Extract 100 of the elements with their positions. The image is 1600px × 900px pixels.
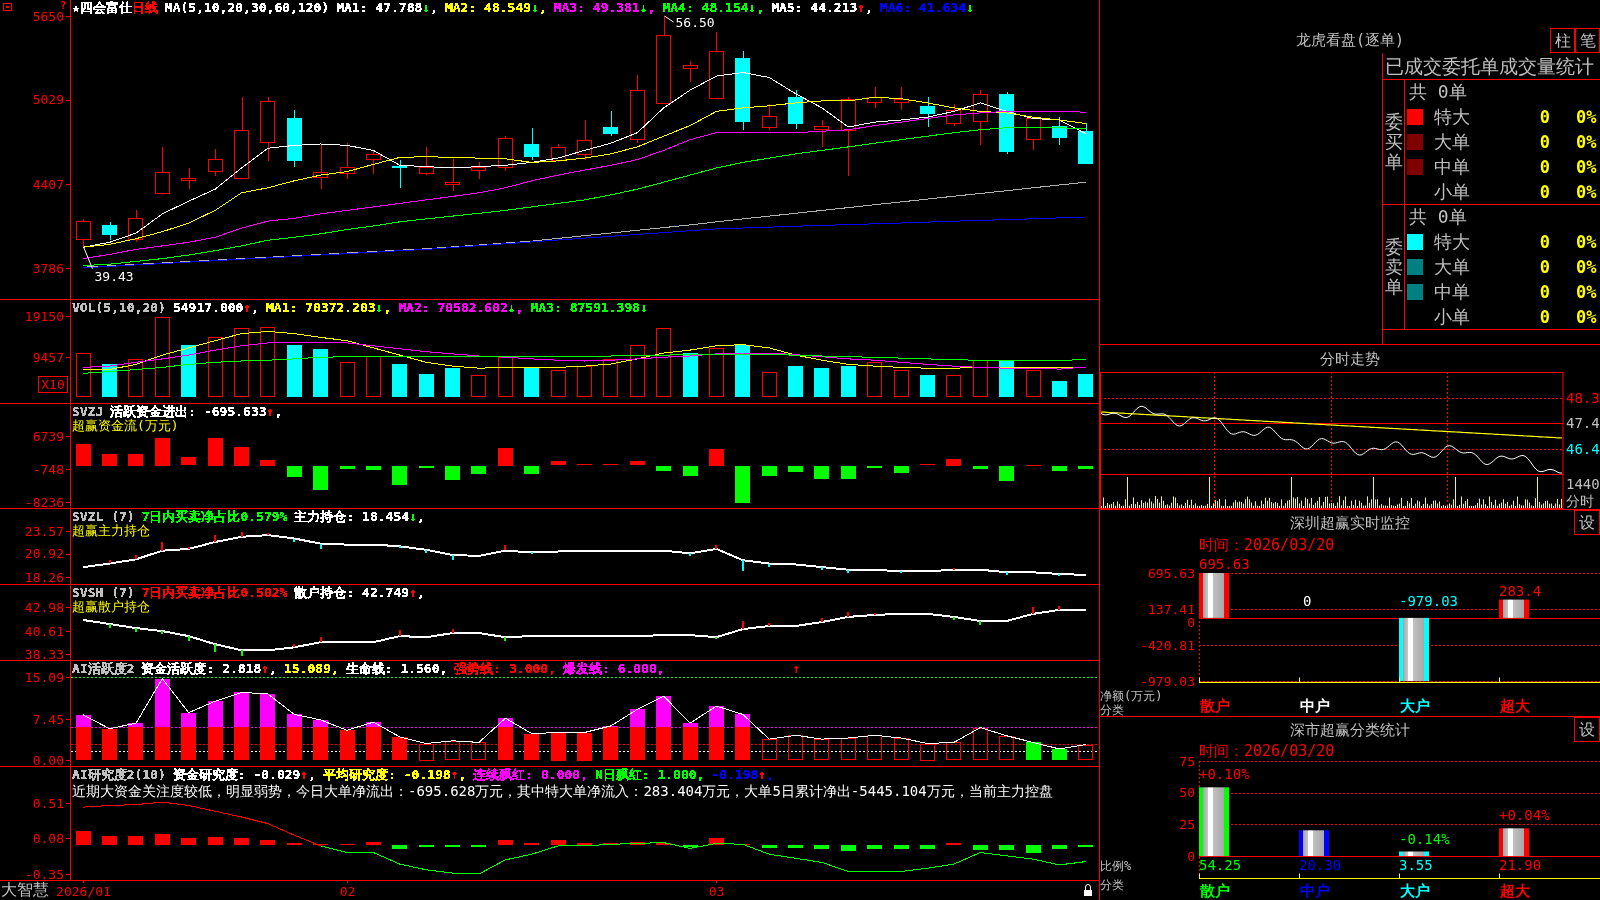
axis-label: -420.81 xyxy=(1140,637,1195,653)
legend-text: MA1: 70372.203 xyxy=(266,301,376,315)
legend-text: MA6: 41.634 xyxy=(879,1,967,15)
order-size-label: 中单 xyxy=(1434,280,1470,303)
axis-label: 9457 xyxy=(32,349,64,365)
legend-text: 平均研究度: -0.198 xyxy=(323,768,451,782)
legend-text: ↓ xyxy=(531,1,539,15)
value-label: 54.25 xyxy=(1199,857,1242,873)
legend-text: 生命线: 1.560 xyxy=(345,662,440,676)
legend-text: , xyxy=(416,586,425,600)
axis-label: 42.98 xyxy=(24,599,64,615)
legend-text: , xyxy=(274,405,283,419)
axis-label: -979.03 xyxy=(1140,673,1195,689)
change-label: +0.04% xyxy=(1499,807,1550,824)
axis-label: 137.41 xyxy=(1148,601,1195,617)
legend-text: VOL(5,10,20) xyxy=(72,301,166,315)
mode-button[interactable]: 笔 xyxy=(1575,28,1600,53)
indicator-caption: 超赢主力持仓 xyxy=(72,524,150,538)
legend-text: , xyxy=(656,662,665,676)
legend-text: ↑ xyxy=(300,768,309,782)
legend-text: 散户持仓: 42.749 xyxy=(294,586,410,600)
legend-text: 强势线: 3.000 xyxy=(454,662,549,676)
axis-label: 50 xyxy=(1179,785,1195,801)
help-mark[interactable]: ? xyxy=(60,0,67,11)
axis-label: 0.51 xyxy=(32,795,64,811)
price-label: 46.4 xyxy=(1566,441,1600,457)
legend-text: N日飘红: 1.000 xyxy=(595,768,697,782)
order-percent: 0% xyxy=(1576,280,1598,303)
legend-text: ↑ xyxy=(857,1,866,15)
legend-text: , xyxy=(766,768,775,782)
order-count: 0 xyxy=(1539,305,1550,328)
price-annotation: 39.43 xyxy=(94,268,134,284)
order-percent: 0% xyxy=(1576,130,1598,153)
lock-icon xyxy=(1084,884,1092,896)
axis-label: 25 xyxy=(1179,816,1195,832)
date-label: 03 xyxy=(708,884,725,899)
axis-label: 5029 xyxy=(32,92,64,108)
axis-label: 5650 xyxy=(32,8,64,24)
order-count: 0 xyxy=(1539,280,1550,303)
order-percent: 0% xyxy=(1576,230,1598,253)
order-count: 0 xyxy=(1539,105,1550,128)
axis-label: 7.45 xyxy=(32,711,64,727)
category-label: 大户 xyxy=(1400,697,1430,715)
category-label: 中户 xyxy=(1300,882,1330,900)
axis-label: 0 xyxy=(1187,614,1195,630)
legend-text: , xyxy=(308,768,317,782)
legend-text: AI活跃度2 xyxy=(72,662,135,676)
axis-label: 4407 xyxy=(32,176,64,192)
chart-subtitle: 时间：2026/03/20 xyxy=(1199,536,1335,554)
indicator-caption: 超赢资金流(万元) xyxy=(72,419,179,433)
legend-text: 资金研究度: -0.029 xyxy=(172,768,301,782)
order-percent: 0% xyxy=(1576,255,1598,278)
axis-label: -8236 xyxy=(24,494,64,508)
legend-text: 7日内买卖净占比0.579% xyxy=(141,510,288,524)
analysis-text: 近期大资金关注度较低，明显弱势，今日大单净流出：-695.628万元，其中特大单净流入：283.404万元，大单5日累计净出-5445.104万元，当前主力控盘 xyxy=(72,783,1053,800)
settings-button[interactable]: 设 xyxy=(1574,510,1600,535)
legend-text: , xyxy=(865,1,873,15)
order-count: 0 xyxy=(1539,230,1550,253)
legend-text: ↓ xyxy=(748,1,757,15)
value-label: -979.03 xyxy=(1399,592,1458,609)
legend-text: , xyxy=(548,662,556,676)
legend-text: MA4: 48.154 xyxy=(662,1,749,15)
axis-label: 19150 xyxy=(24,308,64,324)
legend-text: MA3: 87591.398 xyxy=(530,301,641,315)
indicator-caption: 超赢散户持仓 xyxy=(72,600,150,614)
legend-text: ↑ xyxy=(450,768,459,782)
order-percent: 0% xyxy=(1576,105,1598,128)
side-label: 委卖单 xyxy=(1384,237,1403,297)
price-label: 47.4 xyxy=(1566,415,1600,431)
category-label: 大户 xyxy=(1400,882,1430,900)
axis-label: 20.92 xyxy=(24,546,64,562)
price-label: 48.3 xyxy=(1566,390,1600,406)
legend-text: 54917.000 xyxy=(172,301,244,315)
legend-text: , xyxy=(439,662,448,676)
settings-button[interactable]: 设 xyxy=(1574,717,1600,742)
value-label: 0 xyxy=(1303,592,1312,609)
axis-label: -0.35 xyxy=(24,866,64,882)
axis-label: 40.61 xyxy=(24,623,64,639)
legend-text: ↓ xyxy=(375,301,384,315)
mode-button[interactable]: 柱 xyxy=(1550,28,1575,53)
order-size-label: 特大 xyxy=(1434,230,1470,253)
legend-text: 资金活跃度: 2.818 xyxy=(141,662,262,676)
price-annotation: 56.50 xyxy=(675,15,715,30)
signal-mark: ↑ xyxy=(792,661,801,676)
legend-text: SVZJ xyxy=(72,405,104,419)
legend-text: , xyxy=(515,301,524,315)
legend-text: 主力持仓: 18.454 xyxy=(294,510,410,524)
order-size-label: 小单 xyxy=(1434,180,1470,203)
app-name: 大智慧 xyxy=(1,881,49,899)
legend-text: MA5: 44.213 xyxy=(771,1,858,15)
legend-text: , xyxy=(430,1,438,15)
axis-title: 分类 xyxy=(1100,703,1124,716)
value-label: 283.4 xyxy=(1499,582,1542,599)
legend-text: 爆发线: 6.000 xyxy=(563,662,657,676)
order-total: 共 0单 xyxy=(1408,205,1467,229)
axis-label: -748 xyxy=(32,461,64,477)
legend-text: ↑ xyxy=(243,301,252,315)
order-size-label: 中单 xyxy=(1434,155,1470,178)
legend-text: MA1: 47.788 xyxy=(336,1,423,15)
order-percent: 0% xyxy=(1576,180,1598,203)
